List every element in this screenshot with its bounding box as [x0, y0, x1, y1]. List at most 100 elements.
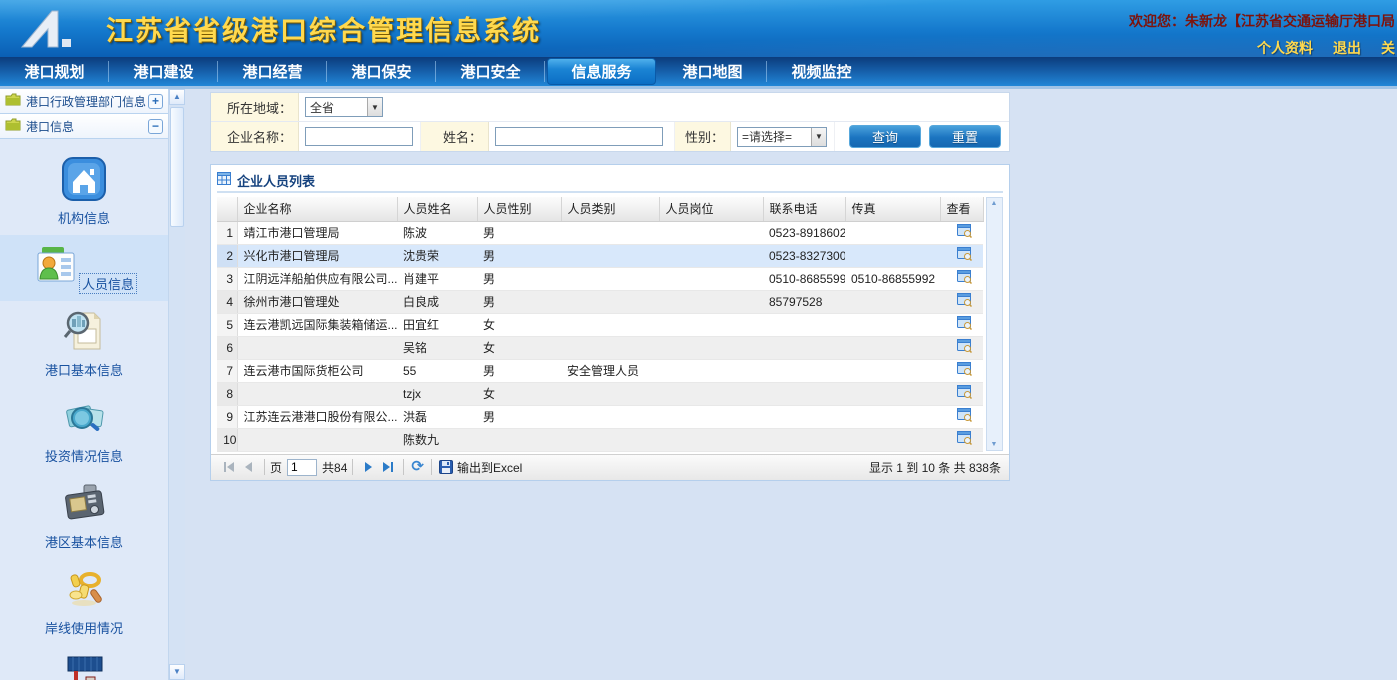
top-banner: 江苏省省级港口综合管理信息系统 欢迎您：朱新龙【江苏省交通运输厅港口局 个人资料…	[0, 0, 1397, 57]
collapse-icon[interactable]: −	[148, 119, 163, 134]
sidebar-item-2[interactable]: 港口基本信息	[0, 301, 168, 387]
cell-view	[940, 313, 983, 336]
cell-company: 徐州市港口管理处	[237, 290, 397, 313]
nav-tab-7[interactable]: 视频监控	[767, 57, 876, 86]
sidebar-item-5[interactable]: 岸线使用情况	[0, 559, 168, 645]
nav-tab-1[interactable]: 港口建设	[109, 57, 218, 86]
table-row[interactable]: 1靖江市港口管理局陈波男0523-89186021	[217, 221, 983, 244]
company-input[interactable]	[305, 127, 413, 146]
company-label: 企业名称：	[211, 122, 299, 151]
view-detail-icon[interactable]	[957, 408, 972, 422]
sidebar-item-4[interactable]: 港区基本信息	[0, 473, 168, 559]
cell-phone: 0510-86855991	[763, 267, 845, 290]
col-header-7[interactable]: 查看	[940, 197, 983, 221]
scroll-up-icon[interactable]: ▲	[169, 89, 185, 105]
nav-tab-6[interactable]: 港口地图	[658, 57, 767, 86]
cell-gender	[477, 428, 561, 451]
view-detail-icon[interactable]	[957, 224, 972, 238]
scrollbar-thumb[interactable]	[170, 107, 184, 227]
view-detail-icon[interactable]	[957, 270, 972, 284]
table-row[interactable]: 4徐州市港口管理处白良成男85797528	[217, 290, 983, 313]
page-number-input[interactable]	[287, 459, 317, 476]
cell-category	[561, 221, 659, 244]
cell-name: 肖建平	[397, 267, 477, 290]
view-detail-icon[interactable]	[957, 247, 972, 261]
table-row[interactable]: 5连云港凯远国际集装箱储运...田宜红女	[217, 313, 983, 336]
reset-button[interactable]: 重置	[929, 125, 1001, 148]
cell-fax	[845, 244, 940, 267]
sidebar-scrollbar[interactable]: ▲ ▼	[168, 89, 185, 680]
first-page-icon[interactable]	[221, 459, 237, 475]
col-header-5[interactable]: 联系电话	[763, 197, 845, 221]
nav-tab-3[interactable]: 港口保安	[327, 57, 436, 86]
view-detail-icon[interactable]	[957, 362, 972, 376]
cell-phone	[763, 405, 845, 428]
next-page-icon[interactable]	[360, 459, 376, 475]
table-row[interactable]: 3江阴远洋船舶供应有限公司...肖建平男0510-868559910510-86…	[217, 267, 983, 290]
view-detail-icon[interactable]	[957, 293, 972, 307]
cell-post	[659, 336, 763, 359]
nav-tab-5[interactable]: 信息服务	[547, 58, 656, 85]
nav-tab-4[interactable]: 港口安全	[436, 57, 545, 86]
export-excel-button[interactable]: 输出到Excel	[439, 459, 522, 476]
table-row[interactable]: 2兴化市港口管理局沈贵荣男0523-83273007	[217, 244, 983, 267]
table-row[interactable]: 9江苏连云港港口股份有限公...洪磊男	[217, 405, 983, 428]
scroll-down-icon[interactable]: ▼	[991, 441, 998, 448]
org-house-icon	[60, 155, 108, 203]
region-select-value: 全省	[310, 99, 334, 116]
view-detail-icon[interactable]	[957, 431, 972, 445]
prev-page-icon[interactable]	[241, 459, 257, 475]
sidebar-group-1[interactable]: 港口信息−	[0, 114, 168, 139]
nav-tab-2[interactable]: 港口经营	[218, 57, 327, 86]
header-link-2[interactable]: 关	[1381, 40, 1395, 56]
table-row[interactable]: 8tzjx女	[217, 382, 983, 405]
sidebar-item-1[interactable]: 人员信息	[0, 235, 168, 301]
gender-select[interactable]: =请选择= ▼	[737, 127, 827, 147]
header-link-1[interactable]: 退出	[1333, 40, 1361, 56]
view-detail-icon[interactable]	[957, 316, 972, 330]
col-header-6[interactable]: 传真	[845, 197, 940, 221]
cell-gender: 女	[477, 313, 561, 336]
sidebar-item-6[interactable]: 码头信息	[0, 645, 168, 680]
sidebar-item-label: 投资情况信息	[0, 446, 168, 465]
sidebar-item-3[interactable]: 投资情况信息	[0, 387, 168, 473]
region-select[interactable]: 全省 ▼	[305, 97, 383, 117]
cell-view	[940, 382, 983, 405]
cell-category	[561, 244, 659, 267]
record-count-summary: 显示 1 到 10 条 共 838条	[869, 459, 1001, 476]
search-button[interactable]: 查询	[849, 125, 921, 148]
header-link-0[interactable]: 个人资料	[1257, 40, 1313, 56]
folder-icon	[5, 118, 21, 134]
sidebar-group-0[interactable]: 港口行政管理部门信息+	[0, 89, 168, 114]
grid-icon	[217, 172, 231, 188]
refresh-icon[interactable]: ⟳	[411, 459, 424, 475]
cell-fax: 0510-86855992	[845, 267, 940, 290]
sidebar-item-0[interactable]: 机构信息	[0, 149, 168, 235]
col-header-4[interactable]: 人员岗位	[659, 197, 763, 221]
scroll-up-icon[interactable]: ▲	[991, 200, 998, 207]
sidebar-group-label: 港口行政管理部门信息	[26, 93, 148, 110]
table-scrollbar[interactable]: ▲ ▼	[986, 197, 1003, 451]
cell-category	[561, 405, 659, 428]
name-input[interactable]	[495, 127, 663, 146]
col-header-1[interactable]: 人员姓名	[397, 197, 477, 221]
expand-icon[interactable]: +	[148, 94, 163, 109]
view-detail-icon[interactable]	[957, 339, 972, 353]
main-nav: 港口规划港口建设港口经营港口保安港口安全信息服务港口地图视频监控	[0, 57, 1397, 86]
table-row[interactable]: 10陈数九	[217, 428, 983, 451]
view-detail-icon[interactable]	[957, 385, 972, 399]
last-page-icon[interactable]	[380, 459, 396, 475]
cell-rownum: 10	[217, 428, 237, 451]
cell-gender: 女	[477, 336, 561, 359]
cell-name: 沈贵荣	[397, 244, 477, 267]
col-header-0[interactable]: 企业名称	[237, 197, 397, 221]
table-row[interactable]: 7连云港市国际货柜公司55男安全管理人员	[217, 359, 983, 382]
col-header-2[interactable]: 人员性别	[477, 197, 561, 221]
cell-fax	[845, 359, 940, 382]
table-row[interactable]: 6吴铭女	[217, 336, 983, 359]
nav-tab-0[interactable]: 港口规划	[0, 57, 109, 86]
scroll-down-icon[interactable]: ▼	[169, 664, 185, 680]
pagination-bar: 页 共84 ⟳	[211, 454, 1009, 480]
col-header-3[interactable]: 人员类别	[561, 197, 659, 221]
cell-company	[237, 428, 397, 451]
